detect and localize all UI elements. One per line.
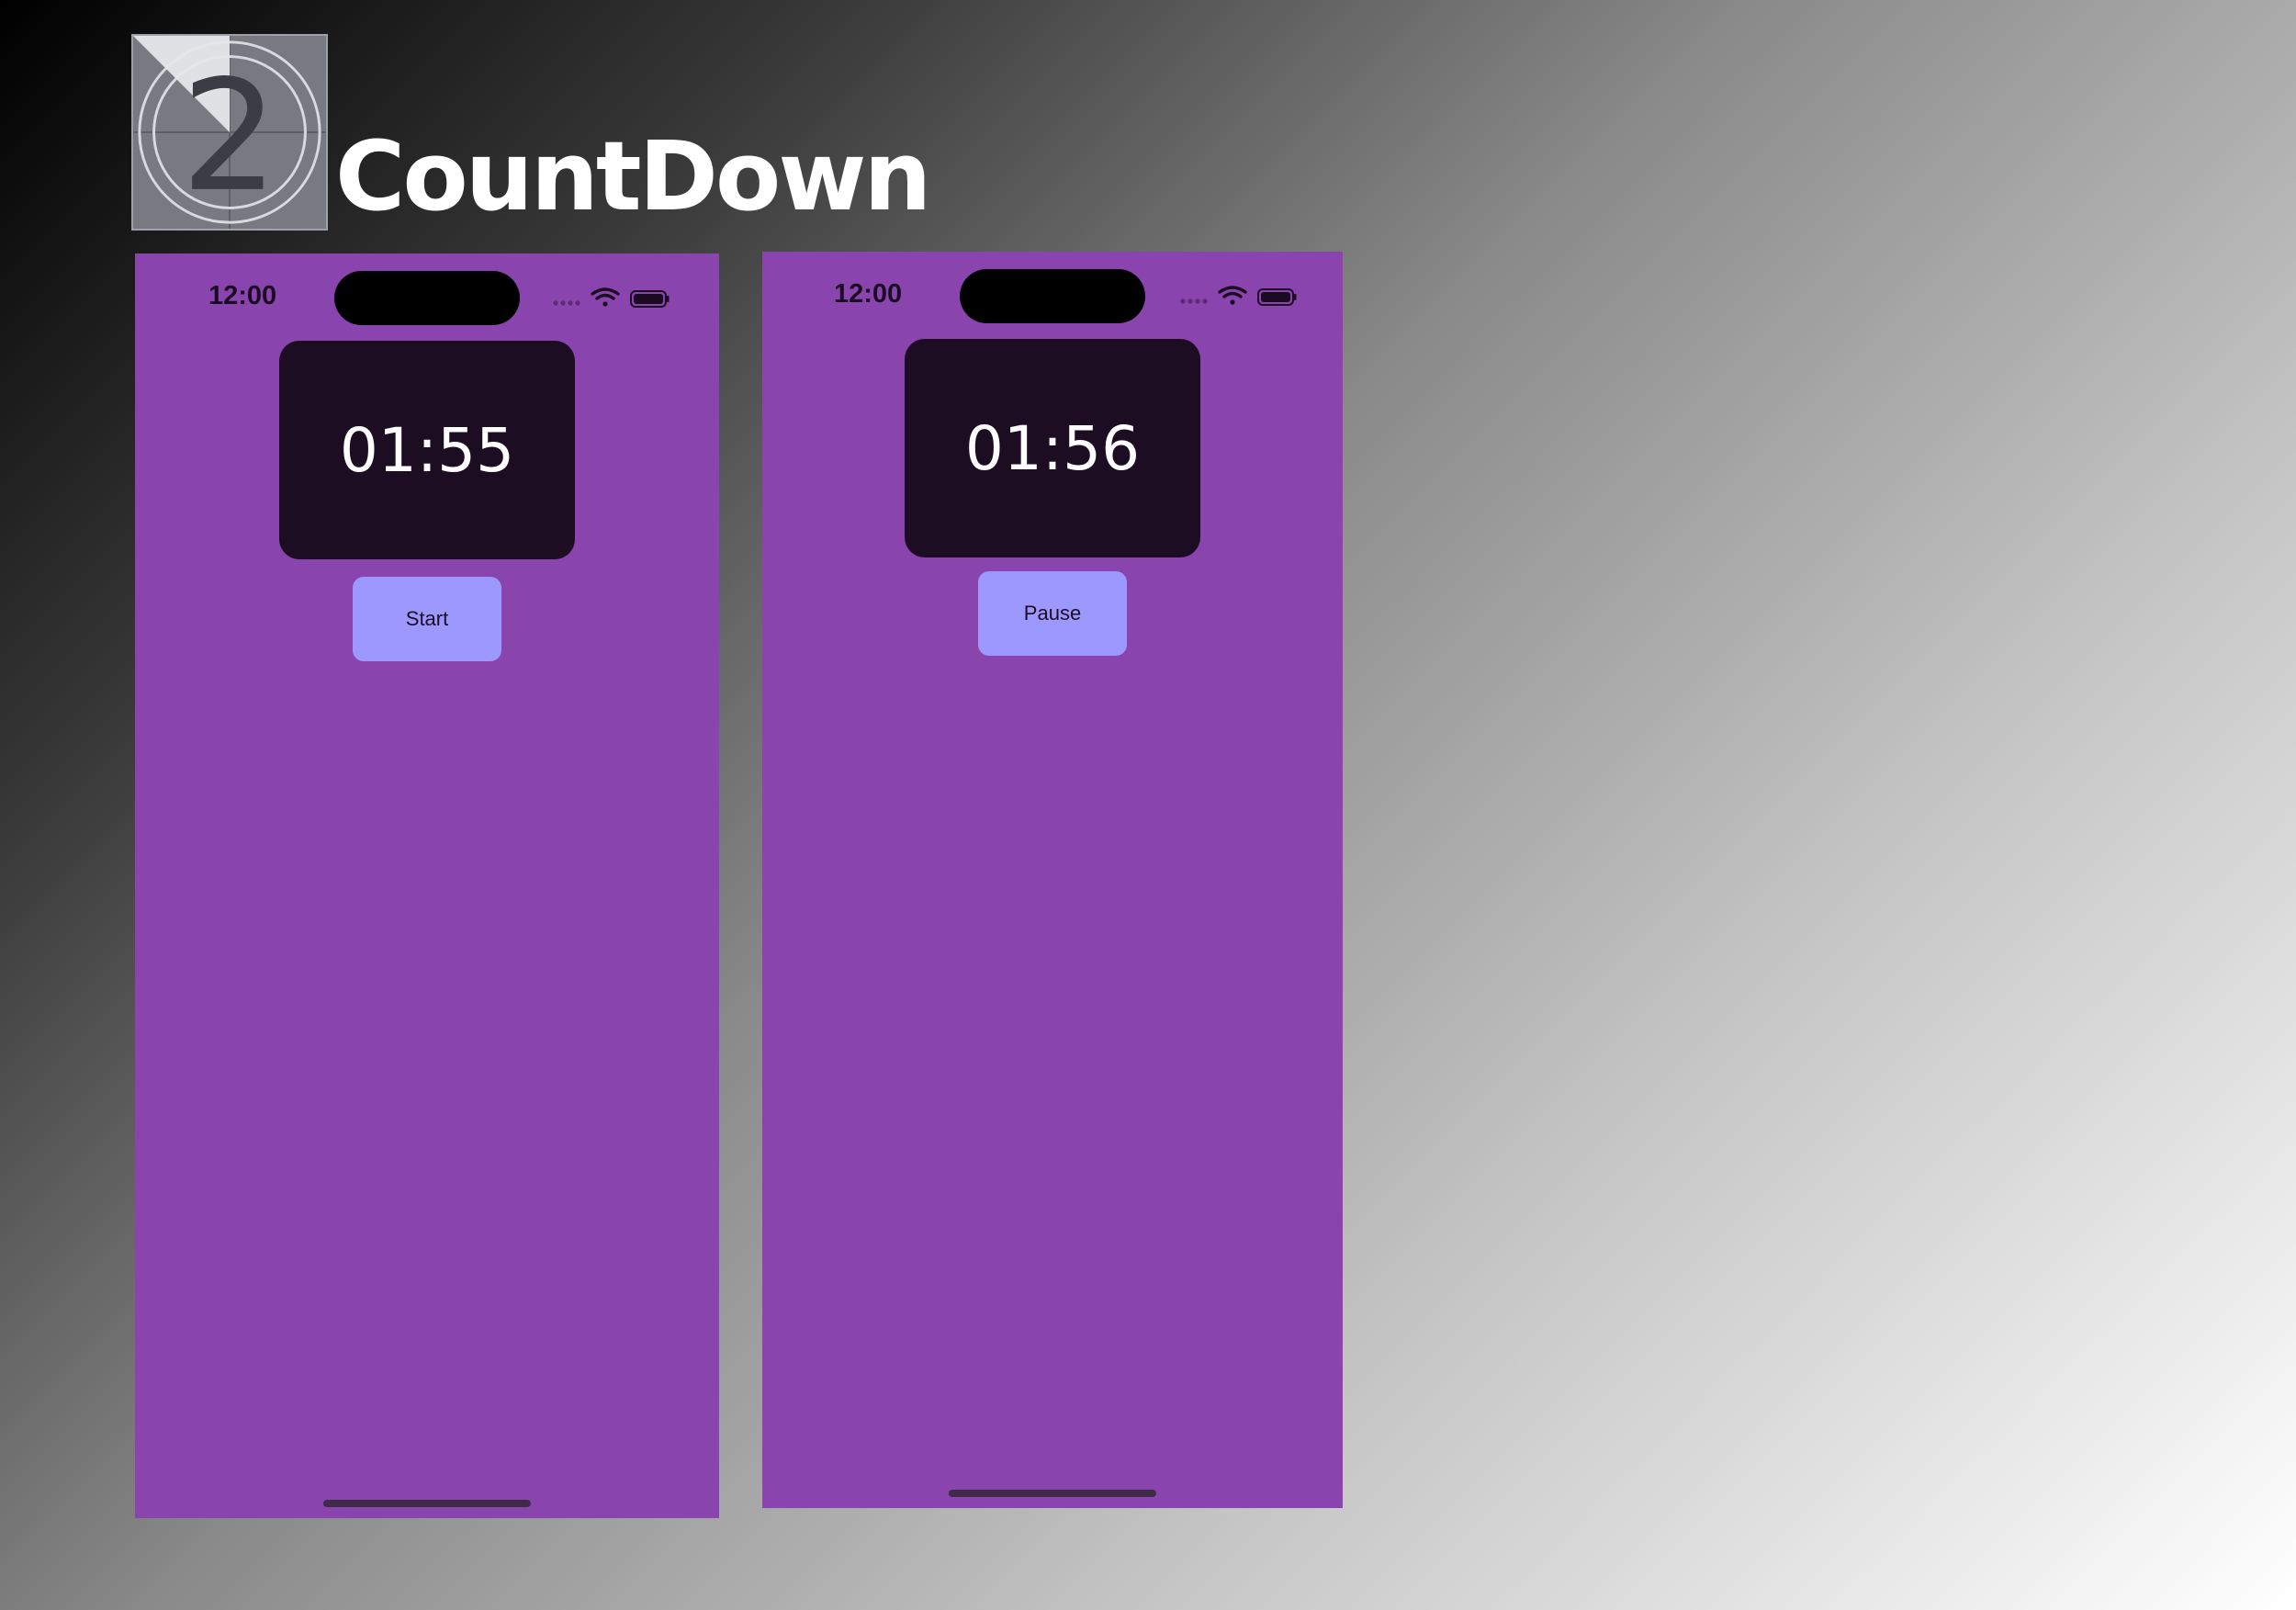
wifi-icon: [1218, 286, 1247, 305]
countdown-leader-icon: 2: [133, 36, 326, 229]
signal-dots-icon: [553, 300, 580, 306]
dynamic-island: [334, 271, 520, 325]
timer-value: 01:56: [964, 412, 1141, 484]
status-icons: [553, 287, 670, 308]
status-time: 12:00: [834, 279, 903, 309]
timer-display: 01:56: [905, 339, 1200, 557]
phone-screen-start: 12:00 01:55 Start: [135, 253, 719, 1518]
dynamic-island: [960, 269, 1145, 323]
home-indicator[interactable]: [949, 1490, 1156, 1497]
status-time: 12:00: [208, 281, 277, 310]
svg-text:2: 2: [181, 48, 278, 226]
timer-display: 01:55: [279, 341, 575, 559]
status-icons: [1180, 286, 1297, 306]
battery-icon: [630, 290, 670, 308]
app-logo: 2: [131, 34, 328, 231]
pause-button[interactable]: Pause: [978, 571, 1127, 656]
battery-icon: [1257, 288, 1297, 306]
home-indicator[interactable]: [323, 1500, 531, 1507]
phone-screen-pause: 12:00 01:56 Pause: [762, 252, 1343, 1508]
app-title: CountDown: [335, 120, 931, 232]
timer-value: 01:55: [339, 414, 515, 486]
signal-dots-icon: [1180, 298, 1208, 304]
start-button[interactable]: Start: [353, 577, 501, 661]
wifi-icon: [591, 287, 620, 307]
